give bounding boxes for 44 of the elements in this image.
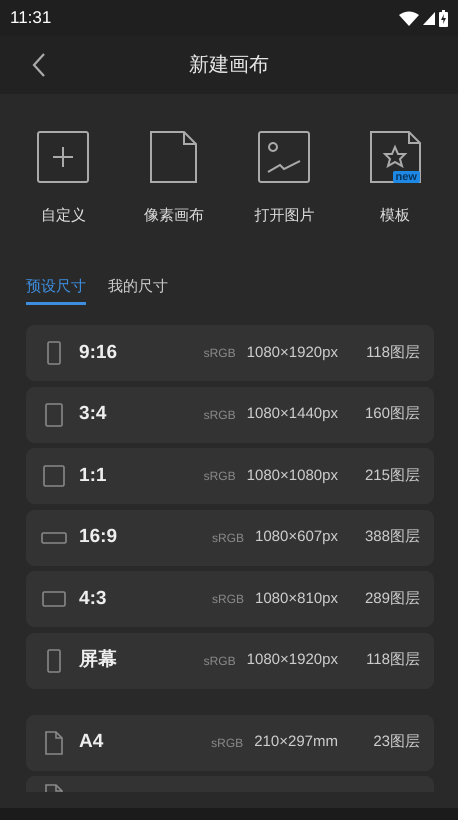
color-space: sRGB: [204, 468, 236, 485]
preset-name: 16:9: [79, 525, 118, 550]
color-space: sRGB: [204, 345, 236, 362]
action-button[interactable]: new 模板: [340, 131, 450, 228]
page-title: 新建画布: [189, 53, 269, 78]
canvas-size: 1080×1920px: [246, 342, 338, 363]
layer-count: 23图层: [372, 732, 420, 752]
tab[interactable]: 我的尺寸: [108, 276, 168, 305]
action-button[interactable]: 像素画布: [118, 131, 229, 228]
canvas-size: 1080×1080px: [246, 466, 338, 486]
preset-name: 1:1: [79, 464, 106, 488]
canvas-size: 1080×810px: [255, 588, 338, 609]
color-space: sRGB: [204, 652, 236, 670]
preset-row[interactable]: 16:9 sRGB 1080×607px 388图层: [26, 510, 434, 566]
preset-row[interactable]: 屏幕 sRGB 1080×1920px 118图层: [26, 632, 434, 688]
preset-name: A4: [79, 730, 104, 754]
canvas-size: 1080×1920px: [246, 650, 338, 670]
status-time: 11:31: [10, 7, 52, 30]
tab[interactable]: 预设尺寸: [26, 276, 86, 305]
action-button[interactable]: 自定义: [8, 131, 118, 228]
preset-name: 4:3: [79, 586, 106, 611]
preset-row[interactable]: 3:4 sRGB 1080×1440px 160图层: [26, 386, 434, 442]
canvas-size: 1080×607px: [255, 527, 338, 548]
preset-row[interactable]: 9:16 sRGB 1080×1920px 118图层: [26, 325, 434, 381]
color-space: sRGB: [211, 734, 244, 752]
preset-name: 屏幕: [79, 648, 117, 672]
color-space: sRGB: [212, 530, 244, 546]
color-space: sRGB: [212, 591, 244, 608]
layer-count: 215图层: [364, 466, 420, 486]
preset-name: 9:16: [79, 340, 118, 365]
canvas-size: 1080×1440px: [246, 404, 338, 424]
layer-count: 118图层: [365, 342, 420, 363]
layer-count: 388图层: [364, 527, 420, 548]
preset-row[interactable]: 1:1 sRGB 1080×1080px 215图层: [26, 448, 434, 504]
new-badge: new: [392, 171, 420, 183]
layer-count: 160图层: [364, 404, 420, 424]
preset-name: 3:4: [79, 402, 106, 426]
action-button[interactable]: 打开图片: [229, 131, 340, 228]
color-space: sRGB: [204, 406, 236, 424]
layer-count: 289图层: [364, 588, 420, 609]
canvas-size: 210×297mm: [254, 732, 338, 752]
preset-row[interactable]: 4:3 sRGB 1080×810px 289图层: [26, 571, 434, 627]
layer-count: 118图层: [365, 650, 420, 670]
preset-row[interactable]: A4 sRGB 210×297mm 23图层: [26, 714, 434, 770]
